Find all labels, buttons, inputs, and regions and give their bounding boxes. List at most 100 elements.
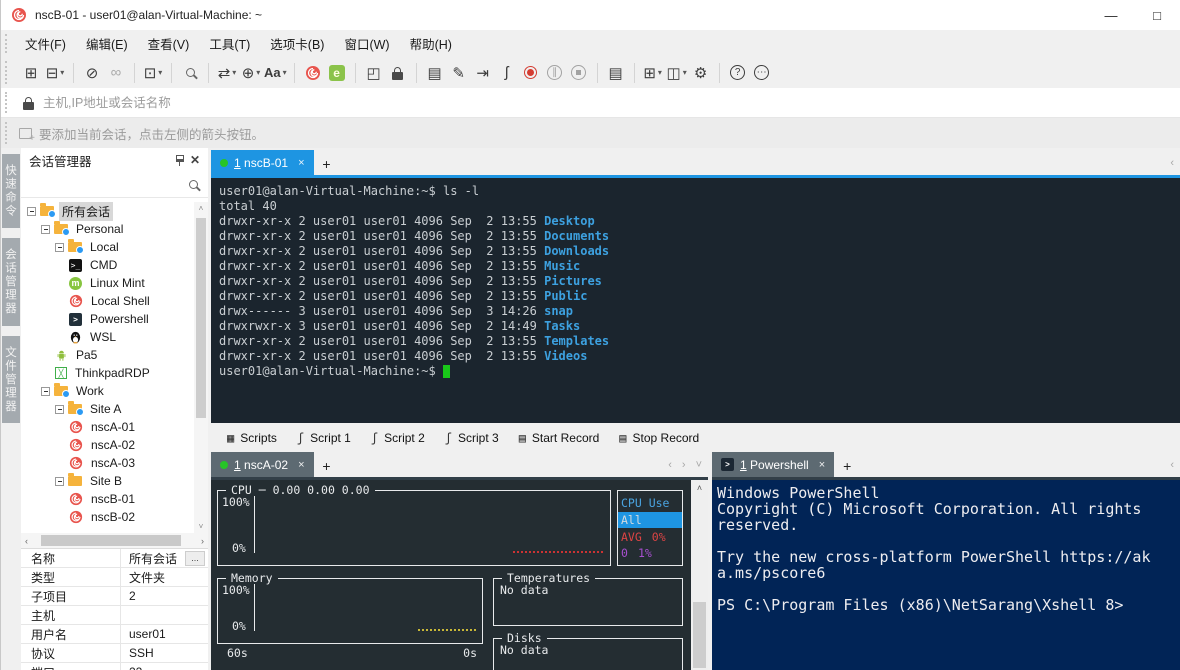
script-button-script-3[interactable]: ʃScript 3 [437,428,507,448]
tree-item-ThinkpadRDP[interactable]: ╳ThinkpadRDP [21,364,208,382]
tab-scroll-right-icon[interactable]: › [682,459,686,471]
more-button[interactable]: ... [185,551,205,566]
toolbar-separator [719,63,720,83]
open-session-button[interactable]: ⊟▾ [44,61,66,85]
tree-item-Local-Shell[interactable]: Local Shell [21,292,208,310]
pause-record-button[interactable]: ∥ [544,61,566,85]
tab-menu-icon[interactable]: ˅ [696,459,702,471]
tree-item-Site-B[interactable]: Site B [21,472,208,490]
toolbar: ⊞⊟▾⊘∞⊡▾⇄▾⊕▾Aa▾e◰▤✎⇥ʃ∥▤⊞▾◫▾⚙?⋯ [1,57,1180,88]
host-address-input[interactable] [43,96,1180,110]
transfer-button[interactable]: ⇄▾ [216,61,238,85]
run-script-button[interactable]: ʃ [496,61,518,85]
xftp-button[interactable]: e [326,61,348,85]
dock-tab-2[interactable]: 文件管理器 [2,336,20,424]
tree-item-nscA-02[interactable]: nscA-02 [21,436,208,454]
menu-item-3[interactable]: 工具(T) [199,34,260,56]
highlight-button[interactable]: ✎ [448,61,470,85]
window-title: nscB-01 - user01@alan-Virtual-Machine: ~ [35,8,1088,22]
collapse-icon[interactable] [55,243,64,252]
tab-nscB-01[interactable]: 1 nscB-01 × [211,150,314,175]
tree-item-nscA-03[interactable]: nscA-03 [21,454,208,472]
tree-item-Work[interactable]: Work [21,382,208,400]
tree-item-所有会话[interactable]: 所有会话 [21,202,208,220]
tree-item-WSL[interactable]: WSL [21,328,208,346]
script-button-scripts[interactable]: ▦Scripts [219,428,285,448]
maximize-button[interactable]: □ [1134,0,1180,30]
toolbar-group-6: ◰ [358,61,414,85]
menu-item-1[interactable]: 编辑(E) [76,34,138,56]
cursor [443,365,450,378]
lock-screen-button[interactable] [387,61,409,85]
tab-nscA-02[interactable]: 1 nscA-02 × [211,452,314,477]
panel-close-icon[interactable]: ✕ [190,153,200,167]
xshell-window: nscB-01 - user01@alan-Virtual-Machine: ~… [0,0,1180,670]
reconnect-button[interactable]: ∞ [105,61,127,85]
tree-item-nscB-02[interactable]: nscB-02 [21,508,208,526]
monitor-terminal[interactable]: CPU ─ 0.00 0.00 0.00 100% 0% CPU Use All [211,480,691,670]
tree-horizontal-scrollbar[interactable]: ‹ › [21,533,208,548]
script-button-stop-record[interactable]: ▤Stop Record [611,428,707,448]
tab-scroll-left-icon[interactable]: ‹ [1170,157,1174,169]
split-layout-button[interactable]: ◫▾ [666,61,688,85]
tab-close-icon[interactable]: × [819,459,825,471]
monitor-scrollbar[interactable]: ˄ [691,480,708,670]
dock-tab-1[interactable]: 会话管理器 [2,238,20,326]
tree-item-Pa5[interactable]: Pa5 [21,346,208,364]
collapse-icon[interactable] [41,225,50,234]
encoding-button[interactable]: ⊕▾ [240,61,262,85]
script-button-start-record[interactable]: ▤Start Record [511,428,608,448]
main-terminal[interactable]: user01@alan-Virtual-Machine:~$ ls -ltota… [211,178,1180,423]
compose-bar-button[interactable]: ▤ [424,61,446,85]
tab-close-icon[interactable]: × [298,459,304,471]
new-tab-button[interactable]: ⊞▾ [642,61,664,85]
collapse-icon[interactable] [55,477,64,486]
new-tab-button[interactable]: + [314,156,340,172]
pin-icon[interactable] [176,155,184,162]
session-search[interactable] [21,172,208,198]
stop-record-button[interactable] [568,61,590,85]
tree-item-nscA-01[interactable]: nscA-01 [21,418,208,436]
script-button-script-2[interactable]: ʃScript 2 [363,428,433,448]
script-button-script-1[interactable]: ʃScript 1 [289,428,359,448]
tree-item-Personal[interactable]: Personal [21,220,208,238]
tab-scroll-left-icon[interactable]: ‹ [668,459,672,471]
notes-button[interactable]: ▤ [605,61,627,85]
find-button[interactable] [179,61,201,85]
menu-item-6[interactable]: 帮助(H) [400,34,462,56]
new-terminal-button[interactable]: ⊡▾ [142,61,164,85]
send-text-button[interactable]: ⇥ [472,61,494,85]
tree-item-CMD[interactable]: >_CMD [21,256,208,274]
new-tab-button[interactable]: + [314,458,340,474]
minimize-button[interactable]: — [1088,0,1134,30]
menu-item-5[interactable]: 窗口(W) [334,34,399,56]
tab-close-icon[interactable]: × [298,157,304,169]
tab-scroll-left-icon[interactable]: ‹ [1170,459,1174,471]
help-button[interactable]: ? [727,61,749,85]
fullscreen-button[interactable]: ◰ [363,61,385,85]
settings-button[interactable]: ⚙ [690,61,712,85]
collapse-icon[interactable] [27,207,36,216]
tree-vertical-scrollbar[interactable]: ˄ ˅ [194,202,208,533]
collapse-icon[interactable] [55,405,64,414]
menu-item-2[interactable]: 查看(V) [138,34,200,56]
menu-item-4[interactable]: 选项卡(B) [260,34,334,56]
powershell-terminal[interactable]: Windows PowerShellCopyright (C) Microsof… [712,480,1180,670]
tree-item-Linux-Mint[interactable]: mLinux Mint [21,274,208,292]
new-tab-button[interactable]: + [834,458,860,474]
menu-item-0[interactable]: 文件(F) [15,34,76,56]
tree-item-nscB-01[interactable]: nscB-01 [21,490,208,508]
tree-item-Local[interactable]: Local [21,238,208,256]
new-session-button[interactable]: ⊞ [20,61,42,85]
disconnect-button[interactable]: ⊘ [81,61,103,85]
collapse-icon[interactable] [41,387,50,396]
xshell-button[interactable] [302,61,324,85]
font-button[interactable]: Aa▾ [264,61,287,85]
record-button[interactable] [520,61,542,85]
terminal-text: user01@alan-Virtual-Machine:~$ ls -l [219,184,479,198]
feedback-button[interactable]: ⋯ [751,61,773,85]
tab-powershell[interactable]: > 1 Powershell × [712,452,834,477]
tree-item-Powershell[interactable]: >Powershell [21,310,208,328]
tree-item-Site-A[interactable]: Site A [21,400,208,418]
dock-tab-0[interactable]: 快速命令 [2,154,20,228]
